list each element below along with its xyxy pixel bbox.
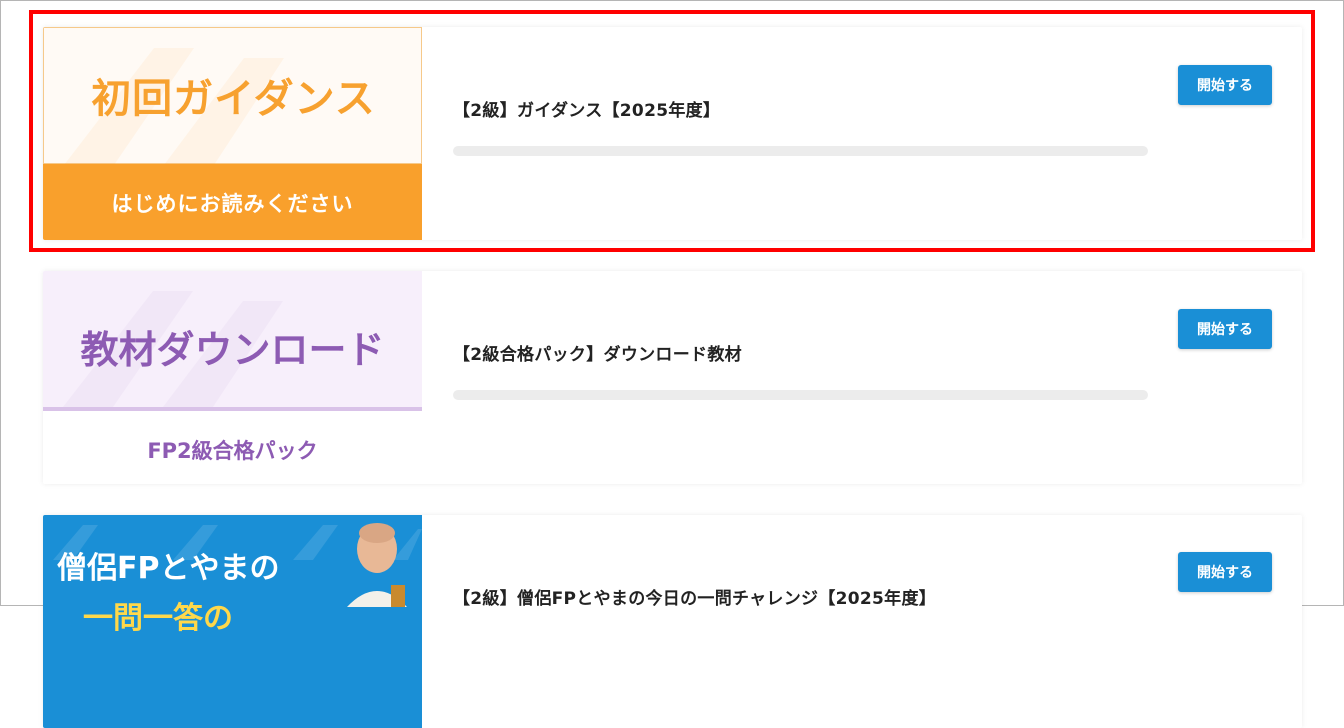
- start-button[interactable]: 開始する: [1178, 65, 1272, 105]
- thumbnail-title: 初回ガイダンス: [91, 76, 376, 122]
- thumbnail-banner: 僧侶FPとやまの 一問一答の: [43, 515, 422, 728]
- thumbnail-subtitle: 一問一答の: [83, 601, 233, 636]
- thumbnail-subtitle: はじめにお読みください: [111, 192, 354, 216]
- course-progress-bar: [453, 146, 1148, 156]
- course-card-guidance[interactable]: 初回ガイダンス はじめにお読みください 【2級】ガイダンス【2025年度】 開始…: [43, 27, 1302, 240]
- course-thumbnail[interactable]: 教材ダウンロード FP2級合格パック: [43, 271, 422, 484]
- course-card-download[interactable]: 教材ダウンロード FP2級合格パック 【2級合格パック】ダウンロード教材 開始す…: [43, 271, 1302, 484]
- person-avatar-illustration: [347, 523, 407, 607]
- thumbnail-title: 僧侶FPとやまの: [57, 551, 280, 586]
- course-title[interactable]: 【2級】ガイダンス【2025年度】: [453, 96, 720, 121]
- thumbnail-banner-top: 初回ガイダンス: [43, 27, 422, 165]
- course-thumbnail[interactable]: 僧侶FPとやまの 一問一答の: [43, 515, 422, 728]
- start-button[interactable]: 開始する: [1178, 309, 1272, 349]
- course-title[interactable]: 【2級】僧侶FPとやまの今日の一問チャレンジ【2025年度】: [453, 584, 936, 609]
- thumbnail-title: 教材ダウンロード: [80, 328, 385, 372]
- thumbnail-banner-top: 教材ダウンロード: [43, 271, 422, 411]
- course-thumbnail[interactable]: 初回ガイダンス はじめにお読みください: [43, 27, 422, 240]
- course-progress-bar: [453, 390, 1148, 400]
- thumbnail-banner-bottom: FP2級合格パック: [43, 411, 422, 484]
- course-title[interactable]: 【2級合格パック】ダウンロード教材: [453, 340, 742, 365]
- course-card-daily-challenge[interactable]: 僧侶FPとやまの 一問一答の 【2級】僧侶FPとやまの今日の一問チャレンジ【20…: [43, 515, 1302, 728]
- thumbnail-banner-bottom: はじめにお読みください: [43, 164, 422, 240]
- start-button[interactable]: 開始する: [1178, 552, 1272, 592]
- thumbnail-subtitle: FP2級合格パック: [147, 439, 318, 463]
